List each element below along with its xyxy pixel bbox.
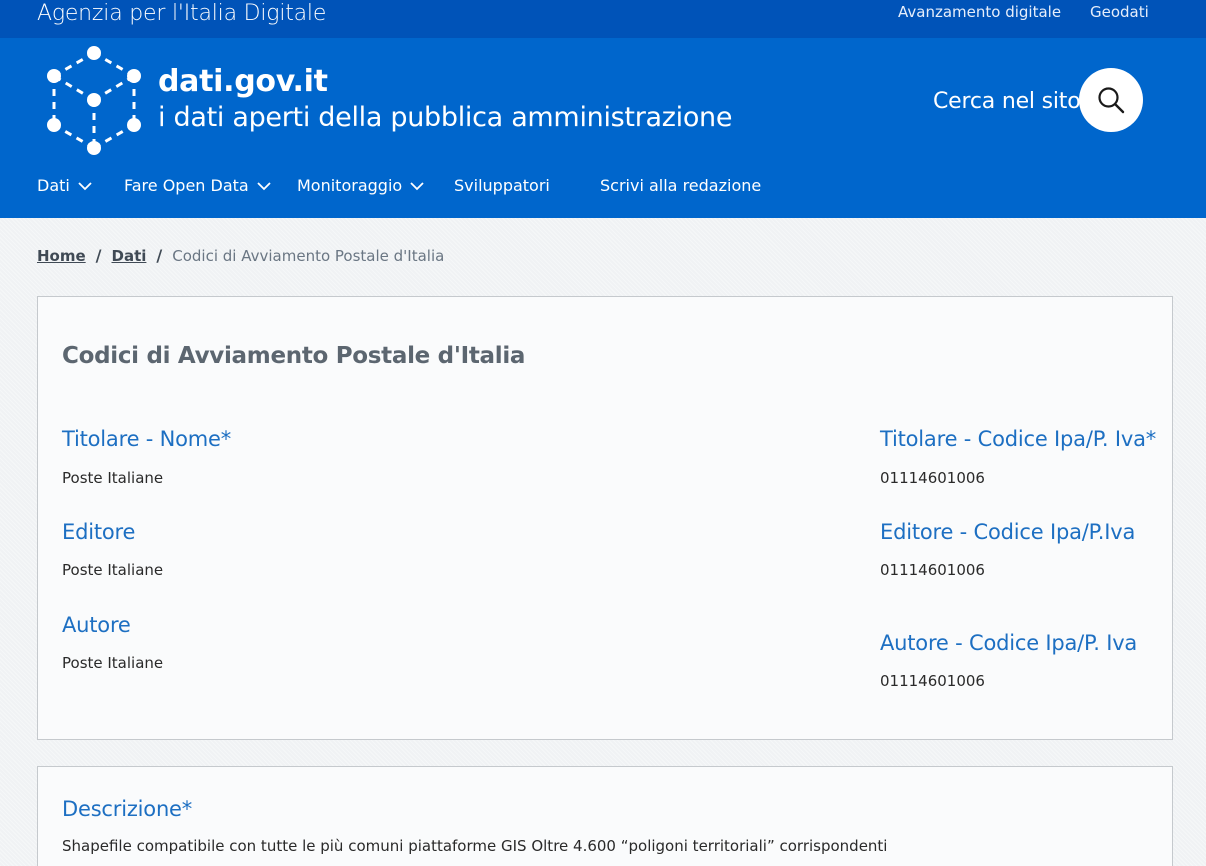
editore-label: Editore xyxy=(62,520,136,544)
chevron-down-icon xyxy=(410,181,424,190)
nav-item-sviluppatori[interactable]: Sviluppatori xyxy=(454,176,550,195)
editore-codice-value: 01114601006 xyxy=(880,561,985,579)
description-label: Descrizione* xyxy=(62,797,193,821)
nav-item-label: Sviluppatori xyxy=(454,176,550,195)
editore-value: Poste Italiane xyxy=(62,561,164,579)
autore-label: Autore xyxy=(62,613,131,637)
hexagon-network-icon[interactable] xyxy=(40,43,148,161)
breadcrumb-current: Codici di Avviamento Postale d'Italia xyxy=(172,246,445,265)
nav-item-scrivi-alla-redazione[interactable]: Scrivi alla redazione xyxy=(600,176,761,195)
search-icon xyxy=(1098,87,1125,114)
breadcrumb-dati[interactable]: Dati xyxy=(112,247,147,265)
dataset-info-card: Codici di Avviamento Postale d'Italia Ti… xyxy=(37,296,1173,740)
search-label[interactable]: Cerca nel sito xyxy=(933,89,1081,114)
site-name[interactable]: dati.gov.it xyxy=(158,64,328,99)
nav-item-fare-open-data[interactable]: Fare Open Data xyxy=(124,176,273,195)
titolare-codice-value: 01114601006 xyxy=(880,469,985,487)
top-link-avanzamento-digitale[interactable]: Avanzamento digitale xyxy=(898,3,1061,21)
breadcrumb-separator: / xyxy=(156,246,163,265)
site-header: dati.gov.it i dati aperti della pubblica… xyxy=(0,38,1206,218)
autore-value: Poste Italiane xyxy=(62,654,164,672)
site-tagline: i dati aperti della pubblica amministraz… xyxy=(158,102,733,133)
page-title: Codici di Avviamento Postale d'Italia xyxy=(62,343,526,369)
nav-item-monitoraggio[interactable]: Monitoraggio xyxy=(297,176,426,195)
autore-codice-value: 01114601006 xyxy=(880,672,985,690)
titolare-nome-label: Titolare - Nome* xyxy=(62,427,232,451)
top-link-geodati[interactable]: Geodati xyxy=(1090,3,1149,21)
autore-codice-label: Autore - Codice Ipa/P. Iva xyxy=(880,631,1138,655)
chevron-down-icon xyxy=(257,181,271,190)
breadcrumb-separator: / xyxy=(95,246,102,265)
nav-item-label: Dati xyxy=(37,176,70,195)
search-button[interactable] xyxy=(1079,68,1143,132)
nav-item-label: Scrivi alla redazione xyxy=(600,176,762,195)
chevron-down-icon xyxy=(78,181,92,190)
top-bar: Agenzia per l'Italia Digitale Avanzament… xyxy=(0,0,1206,38)
nav-item-label: Fare Open Data xyxy=(124,176,249,195)
titolare-codice-label: Titolare - Codice Ipa/P. Iva* xyxy=(880,427,1157,451)
nav-item-dati[interactable]: Dati xyxy=(37,176,94,195)
agency-link[interactable]: Agenzia per l'Italia Digitale xyxy=(37,1,326,26)
description-card: Descrizione* Shapefile compatibile con t… xyxy=(37,766,1173,866)
editore-codice-label: Editore - Codice Ipa/P.Iva xyxy=(880,520,1136,544)
main-nav: Dati Fare Open Data Monitoraggio Svilupp… xyxy=(0,176,1206,198)
breadcrumb: Home / Dati / Codici di Avviamento Posta… xyxy=(37,246,444,265)
breadcrumb-home[interactable]: Home xyxy=(37,247,86,265)
titolare-nome-value: Poste Italiane xyxy=(62,469,164,487)
nav-item-label: Monitoraggio xyxy=(297,176,403,195)
description-text: Shapefile compatibile con tutte le più c… xyxy=(62,837,888,855)
